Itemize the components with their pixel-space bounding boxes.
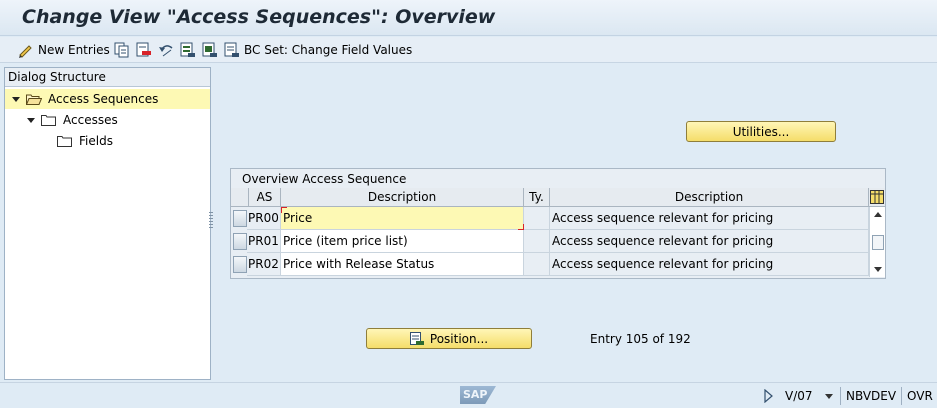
system-name: NBVDEV bbox=[846, 389, 897, 403]
dialog-structure-header: Dialog Structure bbox=[5, 68, 210, 87]
undo-button[interactable] bbox=[158, 40, 174, 60]
table-settings-icon bbox=[870, 190, 884, 204]
utilities-button[interactable]: Utilities... bbox=[686, 121, 836, 142]
select-block-icon bbox=[202, 42, 218, 58]
folder-icon bbox=[41, 114, 57, 126]
cell-description-2: Access sequence relevant for pricing bbox=[550, 230, 869, 253]
application-toolbar: New Entries BC Set: Change Field Values bbox=[0, 37, 937, 63]
cell-type bbox=[524, 230, 550, 253]
select-all-button[interactable] bbox=[180, 40, 196, 60]
select-block-button[interactable] bbox=[202, 40, 218, 60]
new-entries-button[interactable]: New Entries bbox=[18, 40, 110, 60]
splitter-grip[interactable] bbox=[209, 212, 213, 230]
column-header-as[interactable]: AS bbox=[249, 188, 281, 207]
entry-counter: Entry 105 of 192 bbox=[590, 332, 691, 346]
undo-icon bbox=[158, 42, 174, 58]
delete-button[interactable] bbox=[136, 40, 152, 60]
row-selector[interactable] bbox=[233, 233, 247, 250]
table-vertical-scrollbar[interactable] bbox=[869, 207, 885, 277]
tree-item-accesses[interactable]: Accesses bbox=[5, 110, 210, 130]
title-bar: Change View "Access Sequences": Overview bbox=[0, 0, 937, 36]
scrollbar-arrows-icon bbox=[872, 212, 884, 272]
transaction-code: V/07 bbox=[785, 389, 813, 403]
column-header-type[interactable]: Ty. bbox=[524, 188, 550, 207]
cell-as: PR00 bbox=[247, 207, 281, 230]
tree-item-label: Access Sequences bbox=[48, 92, 159, 106]
status-expand-icon[interactable] bbox=[764, 389, 774, 403]
dialog-structure-pane: Dialog Structure Access Sequences Access… bbox=[4, 67, 211, 380]
select-all-header[interactable] bbox=[231, 188, 249, 207]
pencil-icon bbox=[18, 42, 34, 58]
cell-description-input[interactable]: Price bbox=[281, 207, 524, 230]
focus-corner bbox=[281, 207, 287, 213]
row-selector[interactable] bbox=[233, 210, 247, 227]
position-button[interactable]: Position... bbox=[366, 328, 532, 349]
cell-as: PR01 bbox=[247, 230, 281, 253]
cell-as: PR02 bbox=[247, 253, 281, 276]
row-selector[interactable] bbox=[233, 256, 247, 273]
expand-arrow-icon[interactable] bbox=[12, 96, 20, 102]
sap-logo: SAP bbox=[460, 386, 496, 404]
cell-description-input[interactable]: Price (item price list) bbox=[281, 230, 524, 253]
delete-icon bbox=[136, 42, 152, 58]
access-sequence-table: Overview Access Sequence AS Description … bbox=[230, 168, 886, 279]
cell-description-2: Access sequence relevant for pricing bbox=[550, 253, 869, 276]
select-all-icon bbox=[180, 42, 196, 58]
status-separator bbox=[901, 387, 902, 405]
utilities-label: Utilities... bbox=[732, 124, 790, 139]
folder-icon bbox=[57, 135, 73, 147]
tree-item-label: Fields bbox=[79, 134, 113, 148]
column-header-description-2[interactable]: Description bbox=[550, 188, 869, 207]
status-bar: SAP V/07 NBVDEV OVR bbox=[0, 382, 937, 408]
table-title: Overview Access Sequence bbox=[242, 172, 407, 186]
bc-set-label: BC Set: Change Field Values bbox=[244, 43, 413, 57]
tree-item-fields[interactable]: Fields bbox=[5, 131, 210, 151]
cell-description-input[interactable]: Price with Release Status bbox=[281, 253, 524, 276]
chevron-down-icon[interactable] bbox=[824, 393, 834, 401]
expand-arrow-icon[interactable] bbox=[27, 117, 35, 123]
position-icon bbox=[409, 331, 424, 345]
bc-set-icon bbox=[224, 42, 240, 58]
bc-set-button[interactable]: BC Set: Change Field Values bbox=[224, 40, 412, 60]
table-settings-button[interactable] bbox=[869, 188, 885, 207]
column-header-description[interactable]: Description bbox=[281, 188, 524, 207]
cell-type bbox=[524, 207, 550, 230]
copy-button[interactable] bbox=[114, 40, 130, 60]
open-folder-icon bbox=[25, 93, 43, 105]
page-title: Change View "Access Sequences": Overview bbox=[22, 6, 496, 28]
position-label: Position... bbox=[429, 331, 489, 346]
insert-mode[interactable]: OVR bbox=[907, 389, 933, 403]
cell-type bbox=[524, 253, 550, 276]
cell-description-2: Access sequence relevant for pricing bbox=[550, 207, 869, 230]
tree-item-access-sequences[interactable]: Access Sequences bbox=[5, 89, 210, 109]
tree-item-label: Accesses bbox=[63, 113, 118, 127]
new-entries-label: New Entries bbox=[38, 43, 110, 57]
copy-icon bbox=[114, 42, 130, 58]
status-separator bbox=[840, 387, 841, 405]
